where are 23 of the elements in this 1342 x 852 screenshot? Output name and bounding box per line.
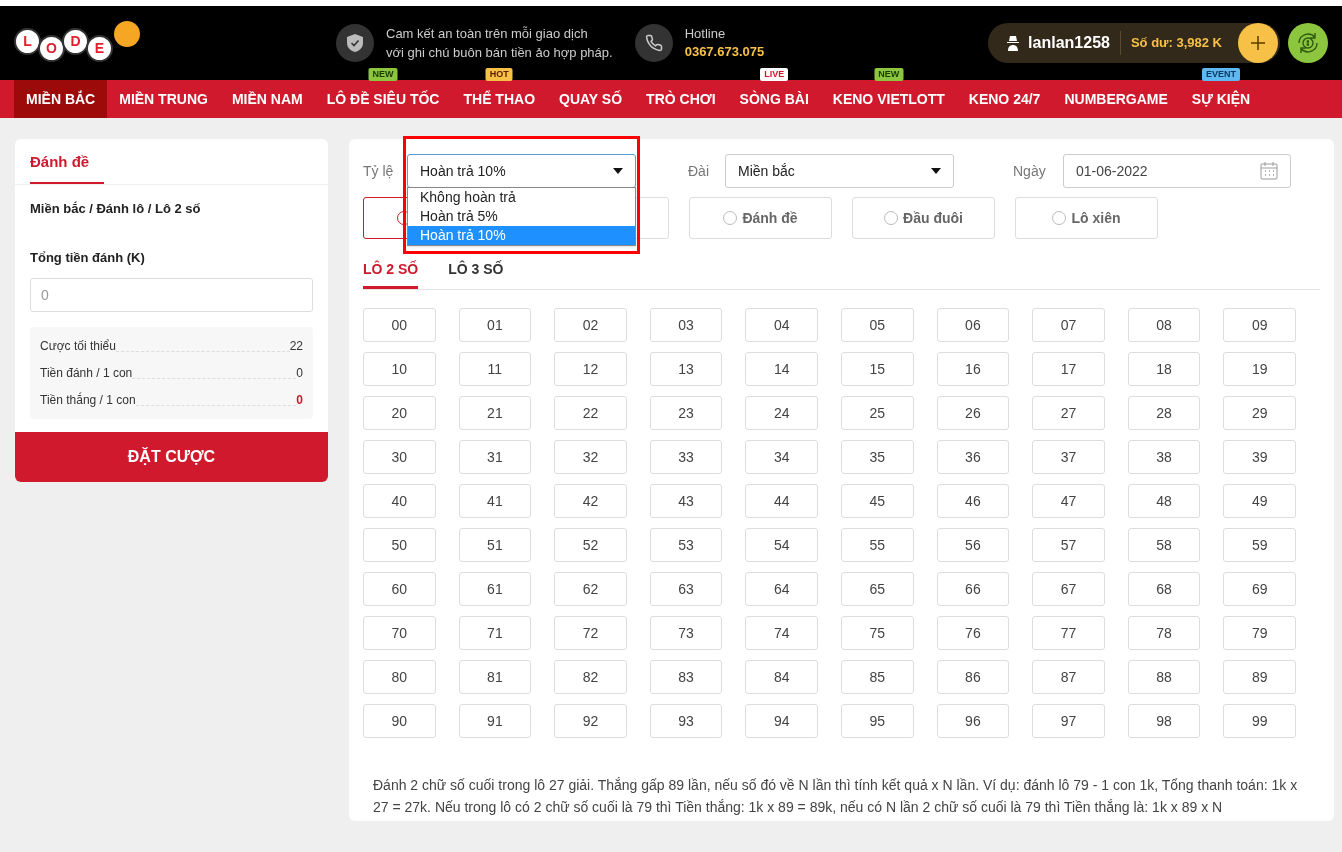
hotline-label: Hotline bbox=[684, 25, 727, 43]
username: lanlan1258 bbox=[1028, 33, 1110, 53]
nav-badge: EVENT bbox=[1202, 68, 1240, 81]
rule-description: Đánh 2 chữ số cuối trong lô 27 giải. Thắng gấp 89 lần, nếu số đó về N lần thì tính kết quả x N lần. Ví dụ: đánh lô 79 - 1 con 1k, Tổng thanh toán: 1k x 27 = 27k. Nếu trong lô có 2 chữ số cuối là 79 thì Tiền thắng: 1k x 89 = 89k, nếu có N lần 2 chữ số cuối là 79 thì Tiền thắng là: 1k x 89 x N bbox=[372, 776, 1299, 817]
hotline-number: 0367.673.075 bbox=[684, 43, 765, 61]
summary-value: 22 bbox=[289, 337, 303, 355]
nav-badge: NEW bbox=[368, 68, 398, 81]
summary-value: 0 bbox=[296, 391, 303, 409]
breadcrumb: Miền bắc / Đánh lô / Lô 2 số bbox=[29, 199, 202, 218]
nav-badge: NEW bbox=[874, 68, 904, 81]
nav-badge: HOT bbox=[485, 68, 513, 81]
rate-label: Tỷ lệ bbox=[363, 161, 395, 181]
summary-label: Tiền thắng / 1 con bbox=[40, 391, 136, 409]
promise-text: với ghi chú buôn bán tiền ảo hợp pháp. bbox=[386, 44, 613, 62]
amount-label: Tổng tiền đánh (K) bbox=[29, 249, 146, 267]
balance: Số dư: 3,982 K bbox=[1130, 34, 1222, 53]
summary-label: Tiền đánh / 1 con bbox=[40, 364, 133, 382]
station-label: Đài bbox=[688, 161, 710, 181]
promise-text: Cam kết an toàn trên mỗi giao dịch bbox=[386, 25, 589, 43]
summary-value: 0 bbox=[296, 364, 303, 382]
date-label: Ngày bbox=[1013, 161, 1047, 181]
nav-badge: LIVE bbox=[760, 68, 789, 81]
summary-label: Cược tối thiểu bbox=[40, 337, 116, 355]
